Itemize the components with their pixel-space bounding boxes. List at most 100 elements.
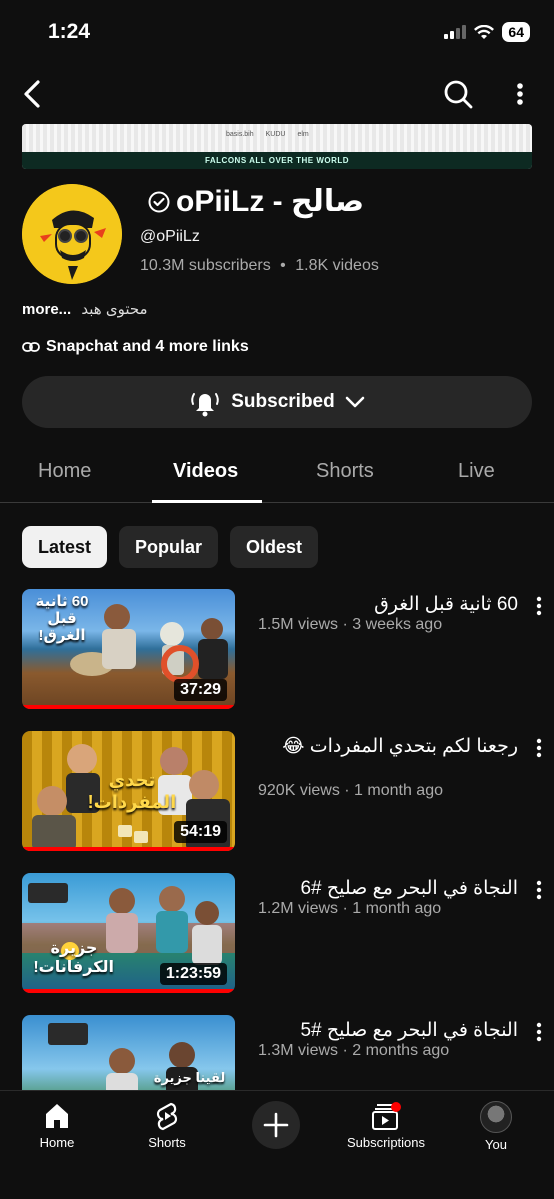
links-label: Snapchat and 4 more links [46, 338, 249, 355]
video-item[interactable]: لقينا جزيرة النجاة في البحر مع صليح #5 1… [22, 1015, 554, 1090]
video-duration: 1:23:59 [159, 963, 227, 985]
notification-bell-icon [191, 393, 220, 417]
status-icons: 64 [444, 22, 530, 42]
tab-videos[interactable]: Videos [173, 460, 238, 483]
channel-tabs: Home Videos Shorts Live [0, 448, 554, 503]
video-item[interactable]: جزيرة الكرفانات! 1:23:59 النجاة في البحر… [22, 873, 554, 998]
video-thumbnail[interactable]: 60 ثانية قبل الغرق! 37:29 [22, 589, 235, 709]
search-icon[interactable] [442, 78, 474, 110]
nav-home[interactable]: Home [12, 1101, 102, 1150]
tab-home[interactable]: Home [38, 460, 91, 483]
link-icon [22, 342, 40, 352]
subscriber-count: 10.3M subscribers [140, 257, 271, 274]
video-age: 1 month ago [354, 782, 443, 799]
video-meta: 920K views · 1 month ago [258, 782, 443, 799]
video-title[interactable]: رجعنا لكم بتحدي المفردات 😂 [258, 735, 518, 759]
status-time: 1:24 [48, 20, 91, 43]
tab-live[interactable]: Live [458, 460, 495, 483]
chip-oldest[interactable]: Oldest [230, 526, 319, 568]
back-arrow-icon[interactable] [18, 78, 48, 110]
video-title[interactable]: النجاة في البحر مع صليح #6 [258, 877, 518, 901]
channel-banner: basis.bih KUDU elm FALCONS ALL OVER THE … [22, 124, 532, 169]
banner-pattern: basis.bih KUDU elm [22, 124, 532, 152]
nav-shorts[interactable]: Shorts [122, 1101, 212, 1150]
channel-links[interactable]: Snapchat and 4 more links [22, 338, 249, 356]
description-text: محتوى هبد [81, 301, 148, 318]
nav-you[interactable]: You [451, 1101, 541, 1152]
nav-you-label: You [485, 1137, 507, 1152]
subscribed-button[interactable]: Subscribed [22, 376, 532, 428]
thumbnail-caption: لقينا جزيرة [153, 1070, 226, 1085]
video-more-icon[interactable] [534, 1021, 544, 1043]
wifi-icon [474, 24, 495, 39]
nav-home-label: Home [39, 1135, 75, 1150]
subscribe-label: Subscribed [231, 391, 335, 412]
nav-shorts-label: Shorts [148, 1135, 186, 1150]
channel-name-row: oPiiLz - صالح [148, 184, 364, 219]
active-tab-indicator [152, 500, 262, 503]
sort-chips: Latest Popular Oldest [22, 526, 319, 568]
video-thumbnail[interactable]: لقينا جزيرة [22, 1015, 235, 1090]
nav-subscriptions-label: Subscriptions [346, 1135, 426, 1150]
description-more-link[interactable]: more... [22, 301, 71, 318]
chip-latest[interactable]: Latest [22, 526, 108, 568]
tab-shorts[interactable]: Shorts [316, 460, 374, 483]
thumbnail-caption: تحدي المفردات! [87, 770, 177, 812]
user-avatar [480, 1101, 512, 1133]
video-meta: 1.5M views · 3 weeks ago [258, 616, 443, 633]
cellular-signal-icon [444, 25, 467, 39]
thumbnail-caption: جزيرة الكرفانات! [33, 940, 114, 976]
video-duration: 54:19 [174, 821, 227, 843]
video-views: 1.5M views [258, 616, 339, 633]
create-button[interactable] [252, 1101, 300, 1149]
channel-avatar[interactable] [22, 184, 122, 284]
channel-stats: 10.3M subscribers • 1.8K videos [140, 257, 379, 275]
video-thumbnail[interactable]: تحدي المفردات! 54:19 [22, 731, 235, 851]
subscriptions-icon [372, 1102, 401, 1130]
video-item[interactable]: 60 ثانية قبل الغرق! 37:29 60 ثانية قبل ا… [22, 589, 554, 714]
home-icon [46, 1104, 68, 1128]
video-views: 920K views [258, 782, 340, 799]
bottom-navigation: Home Shorts Subscriptions You [0, 1090, 554, 1199]
nav-subscriptions[interactable]: Subscriptions [341, 1101, 431, 1150]
video-age: 3 weeks ago [352, 616, 443, 633]
video-meta: 1.3M views · 2 months ago [258, 1042, 450, 1059]
watch-progress-bar [22, 705, 235, 709]
video-more-icon[interactable] [534, 737, 544, 759]
thumbnail-caption: 60 ثانية قبل الغرق! [35, 593, 89, 644]
sponsor-logo: KUDU [265, 131, 286, 138]
video-title[interactable]: 60 ثانية قبل الغرق [258, 593, 518, 617]
channel-name: oPiiLz - صالح [176, 185, 365, 218]
sponsor-logo: basis.bih [226, 131, 254, 138]
sponsor-logo: elm [297, 131, 309, 138]
video-more-icon[interactable] [534, 879, 544, 901]
video-more-icon[interactable] [534, 595, 544, 617]
chevron-down-icon [345, 396, 365, 408]
video-count: 1.8K videos [295, 257, 379, 274]
video-views: 1.2M views [258, 900, 339, 917]
video-meta: 1.2M views · 1 month ago [258, 900, 442, 917]
avatar-illustration [22, 184, 122, 284]
video-views: 1.3M views [258, 1042, 339, 1059]
video-age: 1 month ago [352, 900, 442, 917]
video-title[interactable]: النجاة في البحر مع صليح #5 [258, 1019, 518, 1043]
plus-icon [263, 1112, 289, 1138]
channel-handle: @oPiiLz [140, 228, 200, 245]
shorts-icon [156, 1102, 178, 1131]
banner-sponsor-logos: basis.bih KUDU elm [226, 131, 309, 138]
banner-tagline: FALCONS ALL OVER THE WORLD [22, 152, 532, 169]
video-duration: 37:29 [174, 679, 227, 701]
video-thumbnail[interactable]: جزيرة الكرفانات! 1:23:59 [22, 873, 235, 993]
battery-indicator: 64 [502, 22, 530, 42]
status-bar: 1:24 64 [0, 0, 554, 64]
top-app-bar [0, 74, 554, 114]
chip-popular[interactable]: Popular [119, 526, 219, 568]
video-age: 2 months ago [352, 1042, 450, 1059]
watch-progress-bar [22, 989, 235, 993]
more-vert-icon[interactable] [510, 78, 530, 110]
stats-separator: • [280, 257, 286, 274]
video-item[interactable]: تحدي المفردات! 54:19 رجعنا لكم بتحدي الم… [22, 731, 554, 856]
verified-badge-icon [148, 191, 170, 212]
watch-progress-bar [22, 847, 235, 851]
channel-description[interactable]: more... محتوى هبد [22, 300, 148, 318]
